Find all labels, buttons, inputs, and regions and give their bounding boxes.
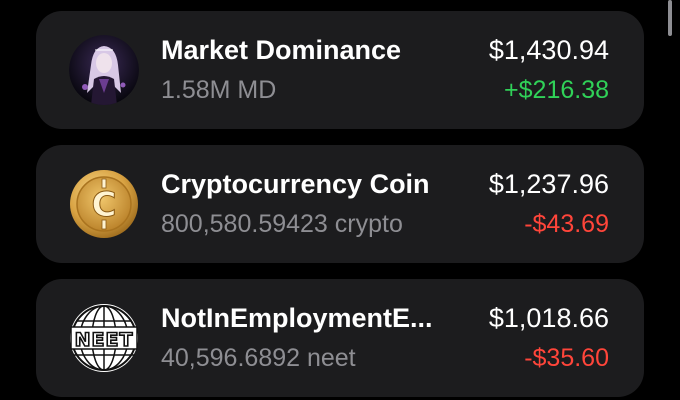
svg-text:C: C (92, 185, 117, 225)
neet-globe-icon: NEET (69, 303, 139, 373)
token-row-notinemployment[interactable]: NEET NotInEmploymentE... 40,596.6892 nee… (36, 279, 644, 397)
token-name: Market Dominance (161, 35, 402, 65)
token-balance: 800,580.59423 crypto (161, 210, 403, 238)
token-value: $1,237.96 (488, 169, 609, 199)
scrollbar[interactable] (668, 0, 672, 36)
token-row-cryptocurrency-coin[interactable]: C Cryptocurrency Coin 800,580.59423 cryp… (36, 145, 644, 263)
token-value: $1,430.94 (488, 35, 609, 65)
token-row-market-dominance[interactable]: Market Dominance 1.58M MD $1,430.94 +$21… (36, 11, 644, 129)
token-change: -$43.69 (524, 210, 609, 238)
svg-text:NEET: NEET (75, 329, 134, 351)
token-value: $1,018.66 (488, 303, 609, 333)
token-balance: 40,596.6892 neet (161, 344, 356, 372)
token-change: -$35.60 (524, 344, 609, 372)
token-list: Market Dominance 1.58M MD $1,430.94 +$21… (36, 11, 644, 397)
gold-c-coin-icon: C (69, 169, 139, 239)
token-name: NotInEmploymentE... (161, 303, 433, 333)
token-balance: 1.58M MD (161, 76, 277, 104)
token-name: Cryptocurrency Coin (161, 169, 430, 199)
token-change: +$216.38 (504, 76, 609, 104)
market-dominance-avatar-icon (69, 35, 139, 105)
